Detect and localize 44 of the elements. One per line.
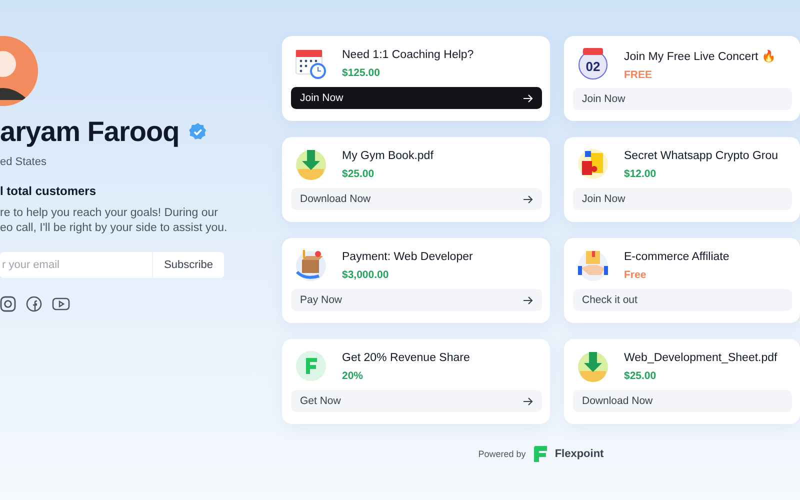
action-button[interactable]: Download Now — [291, 188, 542, 210]
subscribe-button[interactable]: Subscribe — [152, 252, 224, 278]
date-number: 02 — [586, 59, 600, 74]
customers-count: l total customers — [0, 184, 98, 198]
brand-link[interactable]: Flexpoint — [554, 448, 604, 460]
offer-price: $25.00 — [342, 168, 376, 180]
offer-title: Secret Whatsapp Crypto Grou — [624, 150, 778, 162]
offer-price: $3,000.00 — [342, 269, 390, 281]
puzzle-icon — [576, 147, 610, 181]
action-button[interactable]: Join Now — [573, 88, 792, 110]
offer-title: E-commerce Affiliate — [624, 251, 730, 263]
offer-title: Join My Free Live Concert 🔥 — [624, 49, 776, 63]
profile-name: aryam Farooq — [0, 116, 180, 148]
youtube-icon[interactable] — [52, 296, 70, 312]
parcel-hand-icon — [294, 248, 328, 282]
action-button[interactable]: Join Now — [573, 188, 792, 210]
offer-price: $12.00 — [624, 168, 658, 180]
location-text: ed States — [0, 156, 48, 168]
action-button[interactable]: Pay Now — [291, 289, 542, 311]
offer-price: $25.00 — [624, 370, 658, 382]
flexpoint-logo-icon — [534, 446, 547, 462]
offer-price: $125.00 — [342, 67, 381, 79]
action-button[interactable]: Join Now — [291, 87, 542, 109]
email-field[interactable]: r your email — [0, 252, 152, 278]
download-icon — [576, 349, 610, 383]
calendar-badge-icon — [578, 48, 608, 80]
facebook-icon[interactable] — [26, 296, 42, 312]
offer-title: My Gym Book.pdf — [342, 150, 434, 162]
action-button[interactable]: Get Now — [291, 390, 542, 412]
f-logo-icon — [294, 349, 328, 383]
powered-by-text: Powered by — [478, 449, 526, 459]
offer-price: 20% — [342, 370, 364, 382]
offer-title: Payment: Web Developer — [342, 251, 473, 263]
offer-price: Free — [624, 269, 648, 281]
offer-title: Web_Development_Sheet.pdf — [624, 352, 778, 364]
download-icon — [294, 147, 328, 181]
offer-title: Get 20% Revenue Share — [342, 352, 470, 364]
action-button[interactable]: Check it out — [573, 289, 792, 311]
offer-title: Need 1:1 Coaching Help? — [342, 49, 474, 61]
offer-price: FREE — [624, 69, 654, 81]
handshake-box-icon — [576, 248, 610, 282]
instagram-icon[interactable] — [0, 296, 16, 312]
action-button[interactable]: Download Now — [573, 390, 792, 412]
bio-text: re to help you reach your goals! During our eo call, I'll be right by your side to assist you. — [0, 206, 228, 236]
